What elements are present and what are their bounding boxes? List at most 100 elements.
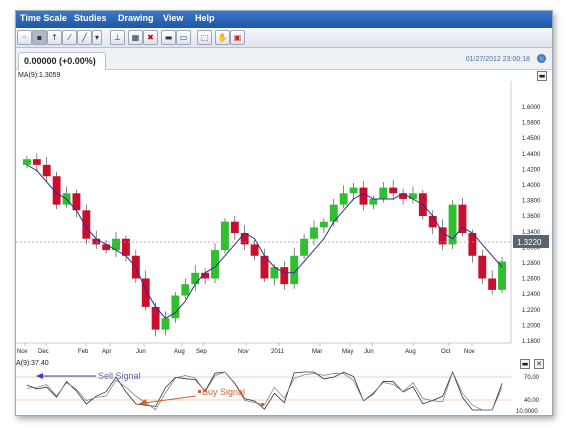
menu-help[interactable]: Help [195, 13, 215, 23]
menu-bar: Time Scale Studies Drawing View Help [16, 11, 552, 28]
sell-arrow-head [36, 373, 43, 379]
candle-body [92, 238, 101, 245]
y-tick-label: 1.2800 [522, 261, 541, 267]
candle-body [181, 284, 190, 296]
candle-body [488, 278, 497, 290]
current-price-label: 1.3220 [517, 238, 542, 247]
candle-body [319, 221, 328, 228]
indicator-chart[interactable]: Sell Signal Buy Signal 70.00 40.00 10.00… [16, 368, 552, 415]
fit-icon[interactable]: ⬚ [197, 30, 212, 45]
y-tick-label: 1.4000 [522, 183, 541, 189]
chart-window: Time Scale Studies Drawing View Help ◦ ▪… [15, 10, 553, 416]
toolbar: ◦ ▪ ↑ ⁄ ╱ ▾ ⊥ ▦ ✖ ▬ ▭ ⬚ ✋ ▣ [16, 28, 552, 48]
x-tick-label: Mar [312, 349, 322, 355]
buy-signal-label: Buy Signal [202, 387, 245, 397]
price-tab[interactable]: 0.00000 (+0.00%) [18, 52, 106, 70]
arrow-up-icon[interactable]: ↑ [47, 30, 62, 45]
x-axis-ticks: Nov Dec Feb Apr Jun Aug Sep Nov 2011 Mar May Jun Aug… [17, 343, 475, 355]
menu-drawing[interactable]: Drawing [118, 13, 154, 23]
chevron-down-icon[interactable]: ▾ [92, 30, 102, 45]
y-tick-label: 1.2000 [522, 323, 541, 329]
crosshair-icon[interactable]: ▪ [32, 30, 47, 45]
candle-body [280, 267, 289, 285]
candle-body [428, 216, 437, 228]
x-tick-label: Apr [102, 349, 111, 355]
x-tick-label: Sep [196, 349, 207, 355]
y-tick-label: 1.4500 [522, 136, 541, 142]
y-tick-label: 1.3800 [522, 199, 541, 205]
x-tick-label: Aug [405, 349, 416, 355]
candle-body [409, 193, 417, 199]
y-tick-label: 1.4200 [522, 167, 541, 173]
camera-icon[interactable]: ▬ [161, 30, 176, 45]
y-tick-label: 1.5800 [522, 121, 541, 127]
cursor-icon[interactable]: ◦ [17, 30, 32, 45]
buy-marker [198, 390, 201, 393]
y-tick-label: 1.6000 [522, 105, 541, 111]
candle-body [171, 295, 180, 319]
candle-body [300, 238, 309, 256]
delete-icon[interactable]: ✖ [143, 30, 158, 45]
candle-body [389, 187, 398, 194]
candle-body [220, 221, 229, 251]
y-tick-label: 1.4400 [522, 152, 541, 158]
ind-tick-70: 70.00 [524, 375, 540, 381]
candle-body [82, 210, 91, 239]
y-tick-label: 1.2200 [522, 308, 541, 314]
candle-body [339, 193, 348, 205]
y-tick-label: 1.2600 [522, 277, 541, 283]
arrow-tool-icon[interactable]: ⁄ [62, 30, 77, 45]
x-tick-label: Aug [174, 349, 185, 355]
ruler-icon[interactable]: ⊥ [110, 30, 125, 45]
candle-body [230, 221, 239, 234]
candle-body [399, 193, 408, 199]
x-tick-label: Oct [441, 349, 451, 355]
y-tick-label: 1.1800 [522, 339, 541, 345]
candle-body [310, 227, 318, 239]
candle-body [379, 187, 388, 199]
price-change: 0.00000 (+0.00%) [24, 56, 96, 66]
x-tick-label: 2011 [271, 349, 285, 355]
x-tick-label: Dec [38, 349, 49, 355]
candle-body [102, 244, 111, 251]
ind-tick-40: 40.00 [524, 398, 540, 404]
candle-body [23, 159, 31, 165]
candle-body [498, 261, 506, 290]
candle-body [359, 187, 368, 205]
y-tick-label: 1.3600 [522, 214, 541, 220]
candle-body [121, 238, 130, 256]
menu-view[interactable]: View [163, 13, 183, 23]
candle-body [369, 198, 378, 205]
ind-tick-10: 10.0000 [516, 409, 538, 415]
x-tick-label: Jun [136, 349, 146, 355]
datetime-label: 01/27/2012 23:00:18 [465, 56, 530, 63]
menu-time-scale[interactable]: Time Scale [20, 13, 67, 23]
save-icon[interactable]: ▣ [230, 30, 245, 45]
grid-icon[interactable]: ▦ [128, 30, 143, 45]
x-tick-label: Feb [78, 349, 89, 355]
hand-icon[interactable]: ✋ [215, 30, 230, 45]
globe-icon[interactable] [537, 54, 546, 63]
menu-studies[interactable]: Studies [74, 13, 107, 23]
candlestick-series [23, 153, 506, 337]
candle-body [349, 187, 358, 194]
print-icon[interactable]: ▭ [176, 30, 191, 45]
y-axis-ticks: 1.6000 1.5800 1.4500 1.4400 1.4200 1.4000 1.38… [522, 105, 541, 345]
indicator-label: A(9):37.40 [16, 360, 49, 367]
y-tick-label: 1.3400 [522, 230, 541, 236]
candle-body [191, 272, 200, 285]
sell-signal-label: Sell Signal [98, 371, 141, 381]
candle-body [161, 318, 170, 330]
main-price-chart[interactable]: 1.6000 1.5800 1.4500 1.4400 1.4200 1.4000 1.38… [16, 69, 552, 359]
candle-body [32, 159, 41, 165]
buy-marker [261, 403, 264, 406]
candle-body [478, 255, 487, 279]
x-tick-label: Nov [238, 349, 249, 355]
x-tick-label: Jun [364, 349, 374, 355]
y-tick-label: 1.2400 [522, 292, 541, 298]
line-tool-icon[interactable]: ╱ [77, 30, 92, 45]
x-tick-label: Nov [464, 349, 475, 355]
tab-row: 0.00000 (+0.00%) 01/27/2012 23:00:18 [16, 48, 552, 70]
candle-body [250, 244, 259, 256]
x-tick-label: May [342, 349, 353, 355]
